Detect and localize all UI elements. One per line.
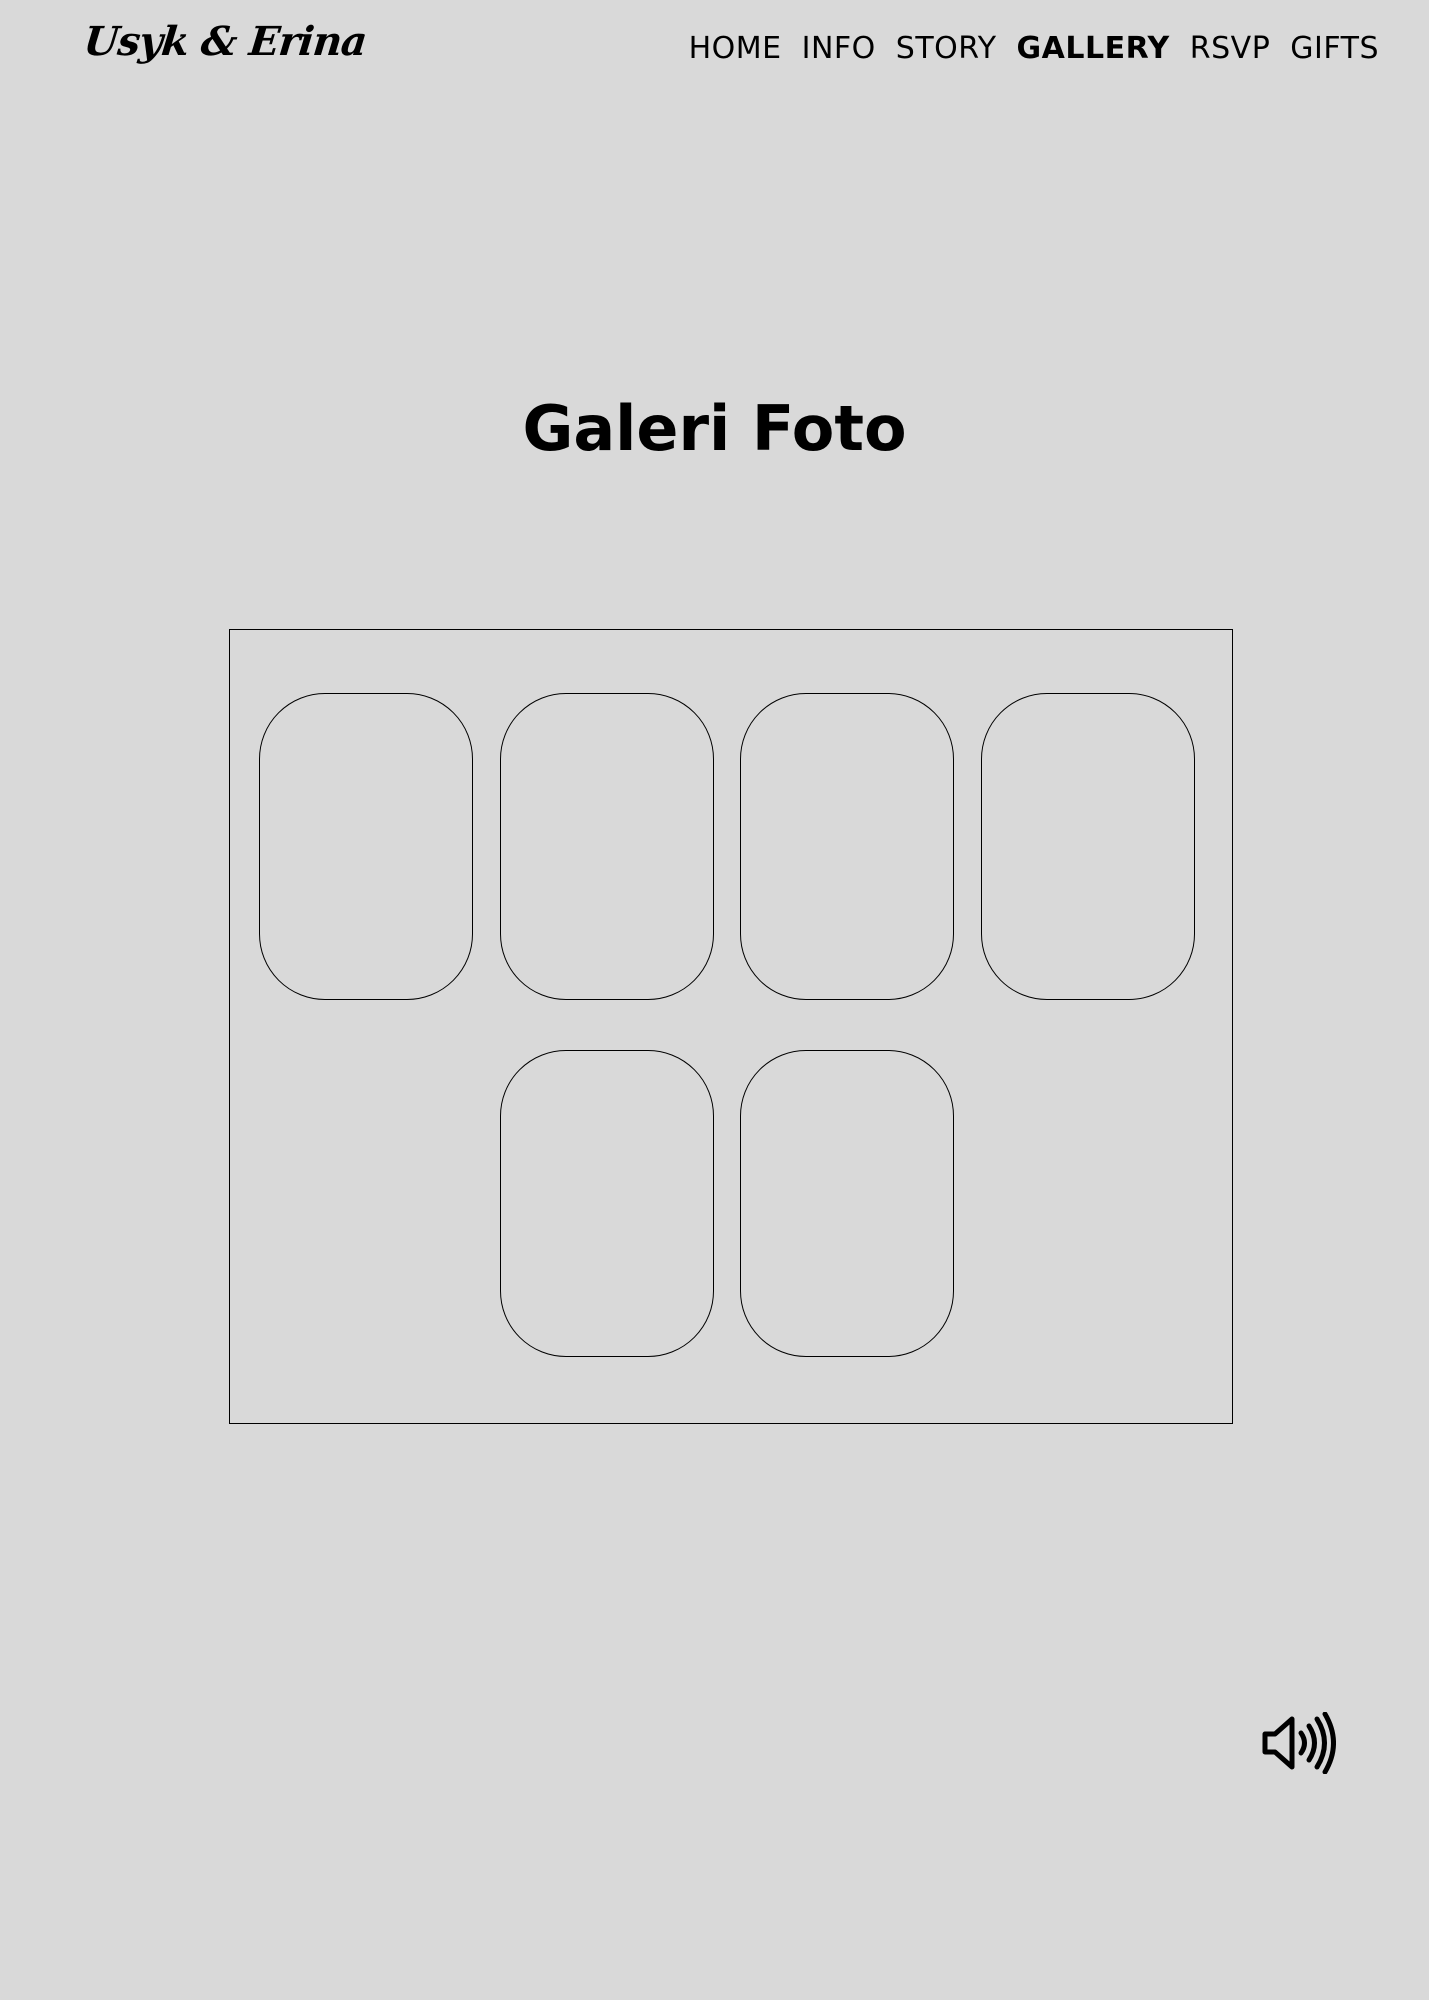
- gallery-photo-3[interactable]: [740, 693, 954, 1000]
- speaker-volume-icon: [1262, 1711, 1336, 1775]
- nav-rsvp[interactable]: RSVP: [1190, 34, 1271, 64]
- site-logo[interactable]: Usyk & Erina: [82, 18, 369, 65]
- page-title: Galeri Foto: [522, 392, 907, 465]
- gallery-photo-5[interactable]: [500, 1050, 714, 1357]
- gallery-photo-2[interactable]: [500, 693, 714, 1000]
- sound-toggle-button[interactable]: [1262, 1711, 1336, 1775]
- gallery-photo-6[interactable]: [740, 1050, 954, 1357]
- nav-gifts[interactable]: GIFTS: [1290, 34, 1379, 64]
- gallery-frame: [229, 629, 1233, 1424]
- nav-info[interactable]: INFO: [802, 34, 876, 64]
- nav-home[interactable]: HOME: [689, 34, 782, 64]
- main-nav: HOME INFO STORY GALLERY RSVP GIFTS: [689, 34, 1379, 64]
- nav-gallery[interactable]: GALLERY: [1017, 34, 1170, 64]
- gallery-photo-4[interactable]: [981, 693, 1195, 1000]
- nav-story[interactable]: STORY: [896, 34, 997, 64]
- gallery-photo-1[interactable]: [259, 693, 473, 1000]
